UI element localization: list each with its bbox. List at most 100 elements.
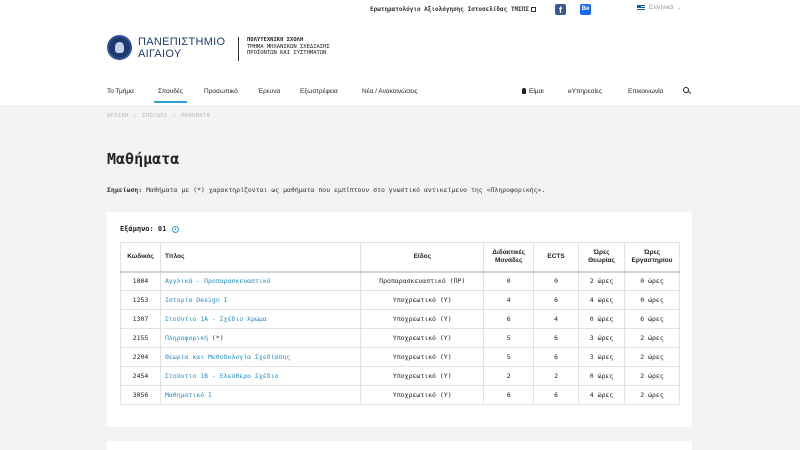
table-row: 1253 Ιστορία Design I Υποχρεωτικό (Υ) 4 … <box>120 290 681 310</box>
info-icon[interactable] <box>172 225 180 233</box>
course-ects: 6 <box>533 290 580 310</box>
course-ects: 0 <box>533 271 580 291</box>
course-title-link[interactable]: Ιστορία Design I <box>159 290 362 310</box>
course-type: Υποχρεωτικό (Υ) <box>360 290 485 310</box>
page-note: Σημείωση: Μαθήματα με (*) χαρακτηρίζοντα… <box>107 186 545 194</box>
course-code: 1307 <box>120 309 161 329</box>
semester-heading: Εξάμηνο: 01 <box>120 225 180 233</box>
column-header-type: Είδος <box>360 242 485 273</box>
table-row: 1307 Στούντιο 1Α - Σχέδιο Χρώμα Υποχρεωτ… <box>120 309 681 329</box>
survey-link[interactable]: Ερωτηματολόγιο Αξιολόγησης Ιστοσελίδας Τ… <box>370 6 536 13</box>
chevron-down-icon: ⌄ <box>677 5 682 11</box>
course-code: 2204 <box>120 347 161 367</box>
language-selector[interactable]: Ελληνικά ⌄ <box>637 5 681 11</box>
note-label: Σημείωση: <box>107 186 143 194</box>
note-text: Μαθήματα με (*) χαρακτηρίζονται ως μαθήμ… <box>142 186 546 194</box>
breadcrumb-studies[interactable]: ΣΠΟΥΔΕΣ <box>142 113 167 119</box>
behance-icon[interactable]: Be <box>580 4 591 15</box>
column-header-code: Κωδικός <box>120 242 161 273</box>
course-theory-hours: 2 ώρες <box>578 271 625 291</box>
course-lab-hours: 0 ώρες <box>623 290 681 310</box>
nav-item-outreach[interactable]: Εξωστρέφεια <box>300 88 338 95</box>
nav-item-news[interactable]: Νέα / Ανακοινώσεις <box>362 88 418 95</box>
nav-item-i-am[interactable]: Είμαι <box>522 88 544 95</box>
nav-item-contact[interactable]: Επικοινωνία <box>628 88 663 95</box>
course-title: Ιστορία Design I <box>164 296 228 304</box>
course-code: 2454 <box>120 366 161 386</box>
external-link-icon <box>530 7 536 12</box>
theory-header-line1: Ώρες <box>593 248 610 256</box>
breadcrumb-courses: ΜΑΘΗΜΑΤΑ <box>181 113 211 119</box>
course-title-link[interactable]: Μαθηματικό Ι <box>159 385 362 405</box>
university-name-line2: ΑΙΓΑΙΟΥ <box>138 47 182 60</box>
course-title: Στούντιο 1Α - Σχέδιο Χρώμα <box>164 315 267 323</box>
course-type: Υποχρεωτικό (Υ) <box>360 366 485 386</box>
course-theory-hours: 0 ώρες <box>578 309 625 329</box>
course-type: Προπαρασκευαστικό (ΠΡ) <box>360 271 485 291</box>
units-header-line1: Διδακτικές <box>492 248 525 256</box>
course-code: 1253 <box>120 290 161 310</box>
nav-item-i-am-label: Είμαι <box>529 88 544 95</box>
course-informatics-mark: (*) <box>208 334 224 342</box>
university-seal-icon <box>107 35 132 60</box>
course-units: 4 <box>483 290 535 310</box>
course-title-link[interactable]: Αγγλικά - Προπαρασκευαστικό <box>159 271 362 291</box>
table-row: 2204 Θεωρία και Μεθοδολογία Σχεδίασης Υπ… <box>120 347 681 367</box>
units-header-line2: Μονάδες <box>494 256 523 264</box>
search-icon[interactable] <box>683 87 691 95</box>
course-code: 3056 <box>120 385 161 405</box>
course-units: 0 <box>483 271 535 291</box>
course-theory-hours: 3 ώρες <box>578 328 625 348</box>
nav-item-department[interactable]: Το Τμήμα <box>107 88 134 95</box>
course-lab-hours: 2 ώρες <box>623 328 681 348</box>
lab-header-line1: Ώρες <box>644 248 660 256</box>
nav-item-eservices[interactable]: eΥπηρεσίες <box>568 88 602 95</box>
course-units: 5 <box>483 328 535 348</box>
university-logo[interactable]: ΠΑΝΕΠΙΣΤΗΜΙΟ ΑΙΓΑΙΟΥ ΠΟΛΥΤΕΧΝΙΚΗ ΣΧΟΛΗ Τ… <box>107 35 330 61</box>
school-name-line3: ΠΡΟΪΟΝΤΩΝ ΚΑΙ ΣΥΣΤΗΜΑΤΩΝ <box>247 50 327 56</box>
course-lab-hours: 2 ώρες <box>623 347 681 367</box>
table-row: 3056 Μαθηματικό Ι Υποχρεωτικό (Υ) 6 6 4 … <box>120 385 681 405</box>
course-title-link[interactable]: Στούντιο 1Α - Σχέδιο Χρώμα <box>159 309 362 329</box>
courses-table: Κωδικός Τίτλος Είδος Διδακτικές Μονάδες E… <box>120 242 681 405</box>
course-title-link[interactable]: Πληροφορική (*) <box>159 328 362 348</box>
nav-item-staff[interactable]: Προσωπικό <box>204 88 238 95</box>
column-header-lab: Ώρες Εργαστηρίου <box>623 242 681 273</box>
next-semester-card <box>107 441 692 450</box>
semester-label: Εξάμηνο: 01 <box>120 225 167 233</box>
school-name: ΠΟΛΥΤΕΧΝΙΚΗ ΣΧΟΛΗ ΤΜΗΜΑ ΜΗΧΑΝΙΚΩΝ ΣΧΕΔΙΑ… <box>247 37 330 57</box>
course-title: Μαθηματικό Ι <box>164 391 212 399</box>
lab-header-line2: Εργαστηρίου <box>631 256 673 264</box>
table-row: 2155 Πληροφορική (*) Υποχρεωτικό (Υ) 5 6… <box>120 328 681 348</box>
logo-divider <box>238 37 239 61</box>
course-theory-hours: 3 ώρες <box>578 347 625 367</box>
semester-card: Εξάμηνο: 01 Κωδικός Τίτλος Είδος Διδακτι… <box>107 212 692 427</box>
course-code: 1004 <box>120 271 161 291</box>
university-name: ΠΑΝΕΠΙΣΤΗΜΙΟ ΑΙΓΑΙΟΥ <box>138 36 225 60</box>
course-type: Υποχρεωτικό (Υ) <box>360 328 485 348</box>
nav-item-research[interactable]: Έρευνα <box>258 88 280 95</box>
breadcrumb: ΑΡΧΙΚΗ / ΣΠΟΥΔΕΣ / ΜΑΘΗΜΑΤΑ <box>107 113 210 119</box>
breadcrumb-separator: / <box>133 113 138 119</box>
course-title: Πληροφορική <box>164 334 209 342</box>
course-units: 2 <box>483 366 535 386</box>
column-header-units: Διδακτικές Μονάδες <box>483 242 535 273</box>
course-type: Υποχρεωτικό (Υ) <box>360 347 485 367</box>
column-header-ects: ECTS <box>533 242 580 273</box>
breadcrumb-home[interactable]: ΑΡΧΙΚΗ <box>107 113 129 119</box>
course-lab-hours: 0 ώρες <box>623 271 681 291</box>
page-title: Μαθήματα <box>107 150 180 168</box>
main-navigation: Το Τμήμα Σπουδές Προσωπικό Έρευνα Εξωστρ… <box>107 87 692 103</box>
facebook-icon[interactable]: f <box>555 4 566 15</box>
theory-header-line2: Θεωρίας <box>588 256 615 264</box>
user-icon <box>522 88 526 94</box>
course-ects: 6 <box>533 385 580 405</box>
nav-item-studies[interactable]: Σπουδές <box>154 88 187 103</box>
course-units: 6 <box>483 309 535 329</box>
course-ects: 2 <box>533 366 580 386</box>
table-row: 1004 Αγγλικά - Προπαρασκευαστικό Προπαρα… <box>120 271 681 291</box>
course-theory-hours: 4 ώρες <box>578 385 625 405</box>
course-title-link[interactable]: Θεωρία και Μεθοδολογία Σχεδίασης <box>159 347 362 367</box>
course-type: Υποχρεωτικό (Υ) <box>360 385 485 405</box>
course-title-link[interactable]: Στούντιο 1Β - Ελεύθερο Σχέδιο <box>159 366 362 386</box>
